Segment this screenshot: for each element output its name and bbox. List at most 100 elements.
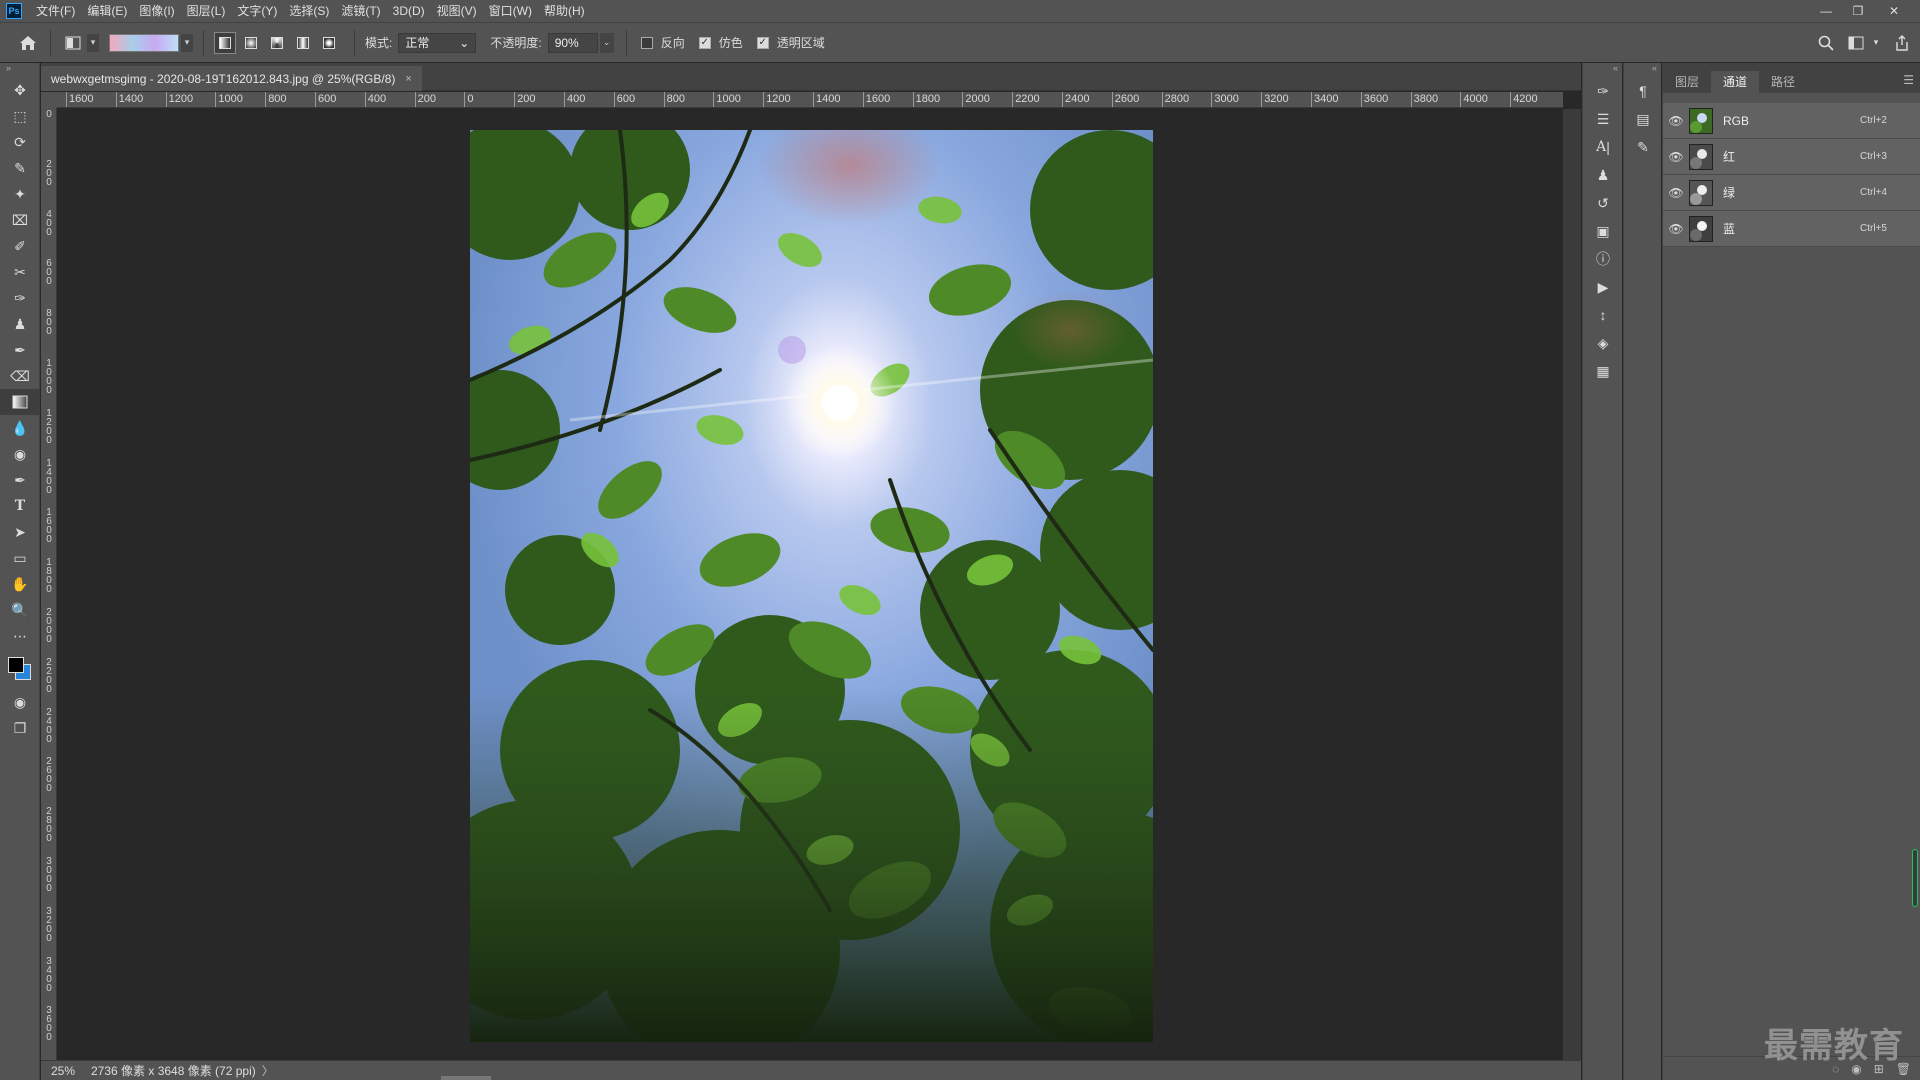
minimize-icon[interactable]: —	[1810, 0, 1842, 22]
transparency-checkbox-box[interactable]: ✓	[756, 36, 769, 49]
frame-tool-icon[interactable]: ⌧	[0, 207, 40, 233]
status-menu-arrow-icon[interactable]: 〉	[262, 1062, 274, 1079]
tab-channels[interactable]: 通道	[1711, 71, 1760, 93]
actions-play-icon[interactable]: ▶	[1583, 273, 1623, 301]
tool-preset-dropdown[interactable]: ▾	[87, 33, 99, 52]
eraser-tool-icon[interactable]: ⌫	[0, 363, 40, 389]
clone-stamp-tool-icon[interactable]: ♟	[0, 311, 40, 337]
close-window-icon[interactable]: ✕	[1878, 0, 1910, 22]
reverse-checkbox[interactable]: 反向	[640, 34, 685, 51]
channel-row-blue[interactable]: 👁 蓝 Ctrl+5	[1663, 211, 1920, 247]
swatches-grid-icon[interactable]: ▦	[1583, 357, 1623, 385]
visibility-eye-icon[interactable]: 👁	[1663, 222, 1689, 236]
blur-tool-icon[interactable]: 💧	[0, 415, 40, 441]
collapse-dock-icon[interactable]: «	[1583, 63, 1622, 77]
restore-icon[interactable]: ❐	[1842, 0, 1874, 22]
linear-gradient-button[interactable]	[214, 31, 236, 54]
reverse-checkbox-box[interactable]	[640, 36, 653, 49]
clone-source-icon[interactable]: ♟	[1583, 161, 1623, 189]
horizontal-scrollbar-thumb[interactable]	[441, 1076, 491, 1080]
angle-gradient-button[interactable]	[266, 32, 288, 54]
lasso-tool-icon[interactable]: ⟳	[0, 129, 40, 155]
panel-scrollbar-thumb[interactable]	[1912, 849, 1918, 907]
workspace-dropdown-icon[interactable]: ▾	[1864, 31, 1888, 55]
canvas-area[interactable]	[58, 109, 1563, 1060]
quick-selection-tool-icon[interactable]: ✎	[0, 155, 40, 181]
zoom-level[interactable]: 25%	[41, 1064, 81, 1078]
libraries-icon[interactable]: ▣	[1583, 217, 1623, 245]
dither-checkbox-box[interactable]: ✓	[698, 36, 711, 49]
collapse-dock-2-icon[interactable]: «	[1624, 63, 1661, 77]
menu-file[interactable]: 文件(F)	[30, 0, 81, 22]
history-brush-tool-icon[interactable]: ✒	[0, 337, 40, 363]
channel-row-green[interactable]: 👁 绿 Ctrl+4	[1663, 175, 1920, 211]
opacity-dropdown[interactable]: ⌄	[599, 32, 614, 53]
marquee-tool-icon[interactable]: ⬚	[0, 103, 40, 129]
collapse-toolbar-icon[interactable]: »	[0, 63, 39, 77]
menu-window[interactable]: 窗口(W)	[483, 0, 538, 22]
menu-image[interactable]: 图像(I)	[133, 0, 180, 22]
healing-brush-tool-icon[interactable]: ✂	[0, 259, 40, 285]
opacity-input[interactable]: 90%	[547, 32, 598, 53]
magic-wand-tool-icon[interactable]: ✦	[0, 181, 40, 207]
panel-menu-icon[interactable]: ☰	[1903, 73, 1914, 87]
menu-3d[interactable]: 3D(D)	[387, 0, 431, 22]
blend-mode-select[interactable]: 正常 ⌄	[398, 32, 477, 53]
tab-layers[interactable]: 图层	[1663, 71, 1711, 93]
dodge-tool-icon[interactable]: ◉	[0, 441, 40, 467]
pen-tool-icon[interactable]: ✒	[0, 467, 40, 493]
properties-icon[interactable]: ▤	[1624, 105, 1662, 133]
type-tool-icon[interactable]: T	[0, 493, 40, 519]
visibility-eye-icon[interactable]: 👁	[1663, 150, 1689, 164]
hand-tool-icon[interactable]: ✋	[0, 571, 40, 597]
menu-type[interactable]: 文字(Y)	[231, 0, 283, 22]
radial-gradient-button[interactable]	[240, 32, 262, 54]
eyedropper-tool-icon[interactable]: ✐	[0, 233, 40, 259]
visibility-eye-icon[interactable]: 👁	[1663, 186, 1689, 200]
menu-view[interactable]: 视图(V)	[431, 0, 483, 22]
screen-mode-icon[interactable]: ❐	[0, 715, 40, 741]
menu-select[interactable]: 选择(S)	[283, 0, 335, 22]
visibility-eye-icon[interactable]: 👁	[1663, 114, 1689, 128]
character-icon[interactable]: A |	[1583, 133, 1623, 161]
gradient-editor-swatch[interactable]	[109, 33, 179, 52]
zoom-tool-icon[interactable]: 🔍	[0, 597, 40, 623]
info-icon[interactable]: ⓘ	[1583, 245, 1623, 273]
menu-filter[interactable]: 滤镜(T)	[335, 0, 386, 22]
reflected-gradient-button[interactable]	[292, 32, 314, 54]
channel-row-red[interactable]: 👁 红 Ctrl+3	[1663, 139, 1920, 175]
paragraph-icon[interactable]: ¶	[1624, 77, 1662, 105]
more-tools-icon[interactable]: ⋯	[0, 623, 40, 649]
menu-help[interactable]: 帮助(H)	[538, 0, 591, 22]
move-tool-icon[interactable]: ✥	[0, 77, 40, 103]
brush-settings-icon[interactable]: ✑	[1583, 77, 1623, 105]
tool-preset-icon[interactable]	[61, 31, 85, 55]
gradient-picker-dropdown[interactable]: ▾	[181, 33, 193, 52]
gradient-tool-icon[interactable]	[0, 389, 40, 415]
search-icon[interactable]	[1814, 31, 1838, 55]
channel-row-rgb[interactable]: 👁 RGB Ctrl+2	[1663, 103, 1920, 139]
history-icon[interactable]: ↺	[1583, 189, 1623, 217]
rectangle-tool-icon[interactable]: ▭	[0, 545, 40, 571]
notes-icon[interactable]: ✎	[1624, 133, 1662, 161]
channel-shortcut: Ctrl+5	[1860, 223, 1887, 234]
document-tab[interactable]: webwxgetmsgimg - 2020-08-19T162012.843.j…	[41, 66, 422, 91]
share-icon[interactable]	[1890, 31, 1914, 55]
foreground-color-swatch[interactable]	[8, 657, 24, 673]
dither-checkbox[interactable]: ✓ 仿色	[698, 34, 743, 51]
diamond-gradient-button[interactable]	[318, 32, 340, 54]
timeline-icon[interactable]: ↕	[1583, 301, 1623, 329]
quick-mask-icon[interactable]: ◉	[0, 689, 40, 715]
path-selection-tool-icon[interactable]: ➤	[0, 519, 40, 545]
3d-icon[interactable]: ◈	[1583, 329, 1623, 357]
brush-tool-icon[interactable]: ✑	[0, 285, 40, 311]
transparency-checkbox[interactable]: ✓ 透明区域	[756, 34, 825, 51]
menu-layer[interactable]: 图层(L)	[181, 0, 232, 22]
close-document-icon[interactable]: ×	[405, 73, 411, 85]
adjustments-icon[interactable]: ☰	[1583, 105, 1623, 133]
ruler-origin[interactable]	[41, 92, 57, 108]
menu-edit[interactable]: 编辑(E)	[81, 0, 133, 22]
vertical-scrollbar[interactable]	[1563, 109, 1581, 1060]
tab-paths[interactable]: 路径	[1759, 71, 1807, 93]
home-icon[interactable]	[16, 31, 40, 55]
